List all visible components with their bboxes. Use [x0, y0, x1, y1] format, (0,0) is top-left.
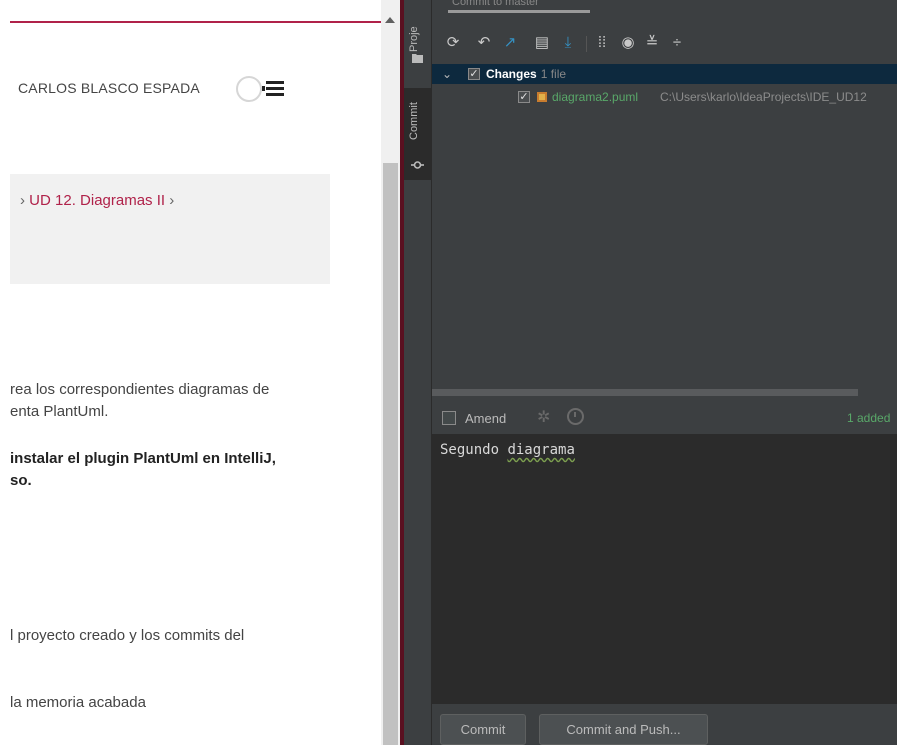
file-path: C:\Users\karlo\IdeaProjects\IDE_UD12	[660, 90, 867, 104]
header-accent-line	[10, 21, 381, 23]
toolbar-separator	[586, 36, 587, 52]
commit-icon	[411, 161, 424, 169]
scroll-up-icon[interactable]	[385, 17, 395, 23]
commit-message-editor[interactable]: Segundo diagrama	[432, 434, 897, 704]
active-tab-underline	[448, 10, 590, 13]
commit-message-word: Segundo	[440, 442, 500, 458]
commit-and-push-button[interactable]: Commit and Push...	[539, 714, 708, 745]
commit-button[interactable]: Commit	[440, 714, 526, 745]
amend-checkbox[interactable]	[442, 411, 456, 425]
scroll-thumb[interactable]	[383, 163, 398, 745]
panel-title-bar: Commit to master	[432, 0, 897, 14]
panel-title[interactable]: Commit to master	[452, 0, 539, 8]
page-scrollbar[interactable]	[381, 0, 400, 745]
breadcrumb: › UD 12. Diagramas II ›	[10, 174, 330, 284]
file-name[interactable]: diagrama2.puml	[552, 90, 638, 104]
breadcrumb-separator: ›	[169, 192, 175, 209]
user-menu-icon[interactable]	[262, 80, 284, 97]
commit-button-bar: Commit Commit and Push...	[432, 704, 897, 745]
changes-group-label: Changes	[486, 67, 537, 81]
commit-panel: Commit to master ⟳ ↶ ↗ ▤ ⤓ ⁞⁞ ◉ ≚ ÷ ⌄ ✓ …	[432, 0, 897, 745]
folder-icon	[412, 54, 423, 63]
commit-message-word-misspelled: diagrama	[507, 442, 575, 458]
expand-all-icon[interactable]: ≚	[644, 34, 660, 52]
commit-toolbar: ⟳ ↶ ↗ ▤ ⤓ ⁞⁞ ◉ ≚ ÷	[432, 30, 897, 58]
tool-window-strip: Proje Commit	[404, 0, 432, 745]
tab-commit-label: Commit	[408, 102, 420, 140]
commit-message-text[interactable]: Segundo diagrama	[440, 442, 575, 458]
paragraph-line: enta PlantUml.	[10, 403, 109, 420]
intellij-window: Proje Commit Commit to master ⟳ ↶ ↗ ▤ ⤓ …	[404, 0, 897, 745]
file-checkbox[interactable]: ✓	[518, 91, 530, 103]
paragraph-line: l proyecto creado y los commits del	[10, 627, 245, 644]
changes-tree: ⌄ ✓ Changes 1 file ✓ diagrama2.puml C:\Us…	[432, 62, 897, 392]
paragraph-line: instalar el plugin PlantUml en IntelliJ,	[10, 450, 276, 467]
update-icon[interactable]: ⤓	[560, 34, 576, 52]
tab-commit[interactable]: Commit	[404, 88, 431, 180]
shelve-icon[interactable]: ▤	[534, 34, 550, 52]
tab-project-label: Proje	[408, 26, 420, 52]
group-by-icon[interactable]: ⁞⁞	[594, 34, 610, 52]
changes-label: Changes 1 file	[486, 67, 566, 81]
breadcrumb-separator: ›	[20, 192, 25, 209]
paragraph-line: la memoria acabada	[10, 694, 146, 711]
preview-icon[interactable]: ◉	[620, 34, 636, 52]
tree-horizontal-scrollbar[interactable]	[432, 389, 858, 396]
browser-page: CARLOS BLASCO ESPADA › UD 12. Diagramas …	[0, 0, 381, 745]
diff-icon[interactable]: ↗	[502, 34, 518, 52]
paragraph-line: rea los correspondientes diagramas de	[10, 381, 270, 398]
rollback-icon[interactable]: ↶	[476, 34, 492, 52]
breadcrumb-link[interactable]: UD 12. Diagramas II	[29, 192, 165, 209]
plantuml-file-icon	[537, 92, 547, 102]
gear-icon[interactable]: ✲	[537, 407, 550, 427]
changes-count: 1 file	[540, 67, 567, 81]
chevron-down-icon[interactable]: ⌄	[442, 67, 452, 81]
history-icon[interactable]	[567, 408, 584, 425]
amend-label[interactable]: Amend	[465, 411, 506, 426]
status-added: 1 added	[847, 411, 891, 425]
user-name[interactable]: CARLOS BLASCO ESPADA	[18, 80, 200, 96]
avatar[interactable]	[236, 76, 262, 102]
amend-bar: Amend ✲ 1 added	[432, 402, 897, 434]
refresh-icon[interactable]: ⟳	[445, 34, 461, 52]
paragraph-line: so.	[10, 472, 32, 489]
changes-checkbox[interactable]: ✓	[468, 68, 480, 80]
collapse-all-icon[interactable]: ÷	[669, 34, 685, 52]
